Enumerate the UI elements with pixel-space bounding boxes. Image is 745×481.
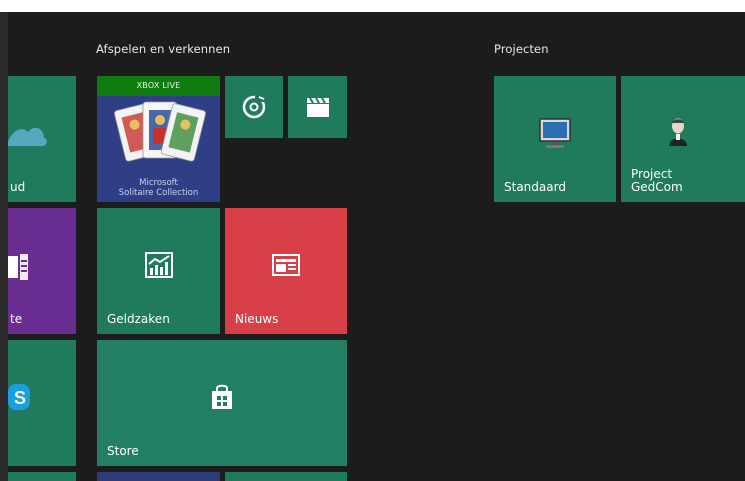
tile-solitaire[interactable]: XBOX LIVE Microsoft Solitaire Collection: [97, 76, 220, 202]
tile-left-bottom[interactable]: [8, 472, 76, 481]
store-bag-icon: [212, 384, 232, 409]
tile-groove-music[interactable]: [225, 76, 283, 138]
top-border: [0, 0, 745, 12]
tile-skype[interactable]: S: [8, 340, 76, 466]
playing-cards-icon: [114, 101, 206, 162]
onenote-icon: [8, 254, 28, 280]
tile-standaard[interactable]: Standaard: [494, 76, 616, 202]
gedcom-label-line2: GedCom: [631, 180, 683, 194]
tile-standaard-label: Standaard: [504, 180, 566, 194]
group-label-projects: Projecten: [494, 42, 549, 56]
tile-bottom-green[interactable]: [225, 472, 347, 481]
tile-area: ud te S Afspelen en verkennen XBOX LIVE: [8, 12, 745, 481]
xbox-live-badge: XBOX LIVE: [97, 76, 220, 96]
svg-text:S: S: [14, 388, 26, 408]
tile-geldzaken[interactable]: Geldzaken: [97, 208, 220, 334]
tile-movies[interactable]: [288, 76, 347, 138]
cloud-icon: [8, 127, 47, 146]
tile-cloud-label: ud: [10, 180, 26, 194]
news-icon: [272, 254, 300, 276]
tile-nieuws[interactable]: Nieuws: [225, 208, 347, 334]
skype-icon: S: [8, 384, 30, 410]
clapperboard-icon: [307, 97, 329, 117]
finance-chart-icon: [145, 252, 173, 278]
tile-onenote[interactable]: te: [8, 208, 76, 334]
group-label-play: Afspelen en verkennen: [96, 42, 231, 56]
tile-store[interactable]: Store: [97, 340, 347, 466]
portrait-icon: [667, 116, 689, 146]
tile-project-gedcom-label: Project GedCom: [631, 168, 683, 194]
tile-onenote-label: te: [10, 312, 23, 326]
tile-nieuws-label: Nieuws: [235, 312, 279, 326]
monitor-icon: [539, 118, 571, 148]
solitaire-caption-line1: Microsoft: [139, 178, 178, 188]
xbox-badge-text: XBOX LIVE: [136, 81, 181, 90]
tile-bottom-navy[interactable]: [97, 472, 220, 481]
groove-music-icon: [242, 95, 266, 119]
start-screen: ud te S Afspelen en verkennen XBOX LIVE: [0, 0, 745, 481]
tile-project-gedcom[interactable]: Project GedCom: [621, 76, 745, 202]
tile-cloud[interactable]: ud: [8, 76, 76, 202]
solitaire-caption-line2: Solitaire Collection: [118, 188, 199, 198]
tile-geldzaken-label: Geldzaken: [107, 312, 170, 326]
tile-store-label: Store: [107, 444, 139, 458]
solitaire-caption: Microsoft Solitaire Collection: [97, 178, 220, 198]
